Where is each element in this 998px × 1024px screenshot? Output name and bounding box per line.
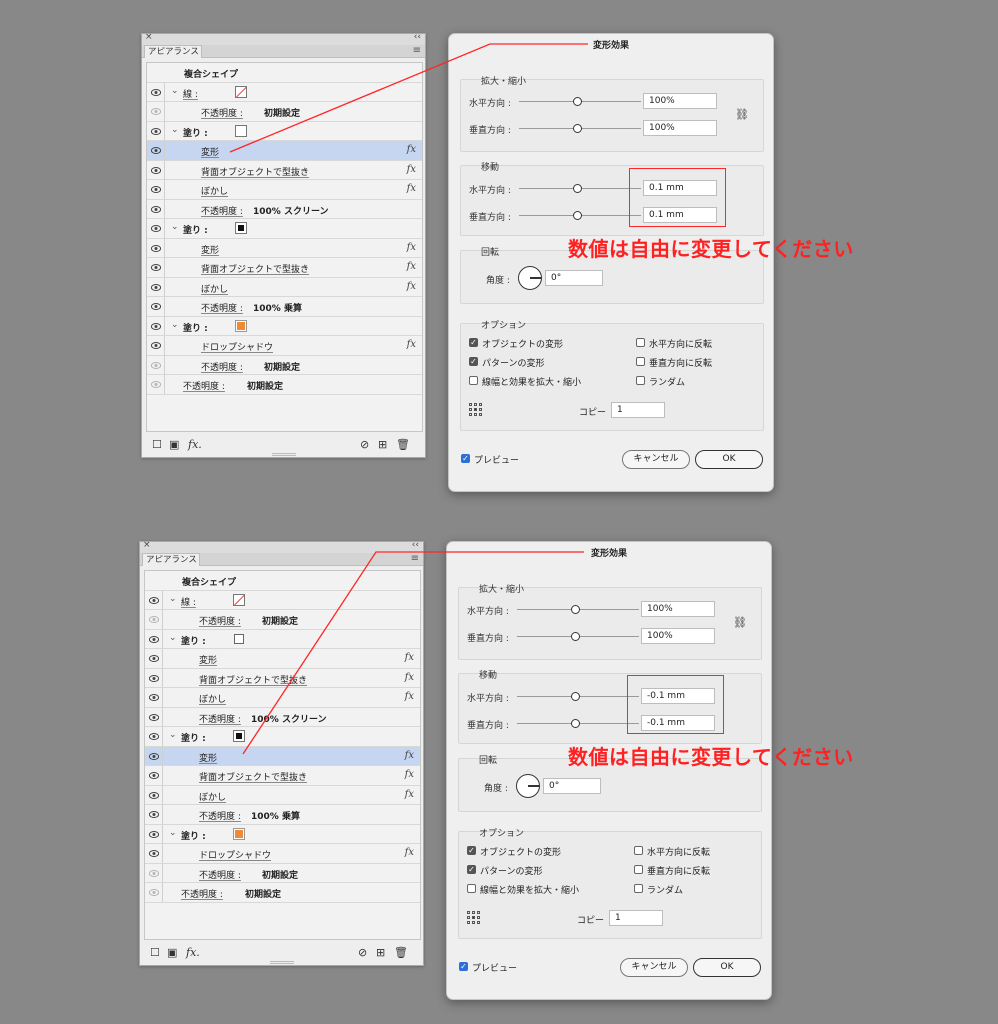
example-set-top: × ‹‹ アピアランス ≡ 複合シェイプ ⌄ 線 : 不透明度: 初期設定 ⌄…	[0, 0, 998, 512]
callout-line	[229, 43, 588, 153]
callout-line	[242, 551, 584, 755]
example-set-bottom: × ‹‹ アピアランス ≡ 複合シェイプ ⌄ 線 : 不透明度 : 初期設定 ⌄…	[0, 508, 998, 1020]
